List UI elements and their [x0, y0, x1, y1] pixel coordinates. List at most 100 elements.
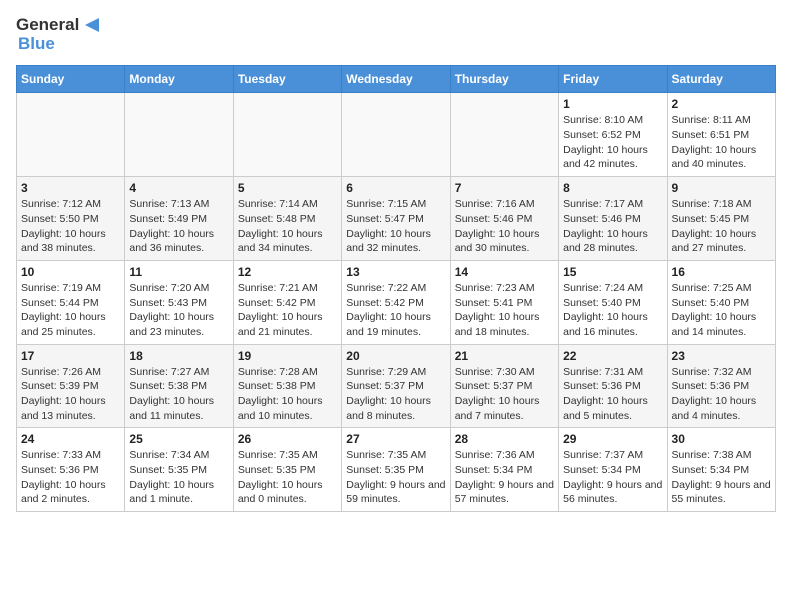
day-number: 20	[346, 349, 445, 363]
day-info: Sunrise: 7:28 AM Sunset: 5:38 PM Dayligh…	[238, 365, 337, 424]
calendar-header-row: SundayMondayTuesdayWednesdayThursdayFrid…	[17, 66, 776, 93]
calendar-day-cell: 15 Sunrise: 7:24 AM Sunset: 5:40 PM Dayli…	[559, 260, 667, 344]
calendar-day-cell: 21 Sunrise: 7:30 AM Sunset: 5:37 PM Dayli…	[450, 344, 558, 428]
calendar-day-cell: 19Sunrise: 7:28 AM Sunset: 5:38 PM Dayli…	[233, 344, 341, 428]
calendar-day-cell: 3 Sunrise: 7:12 AM Sunset: 5:50 PM Daylig…	[17, 177, 125, 261]
calendar-day-cell: 16 Sunrise: 7:25 AM Sunset: 5:40 PM Dayli…	[667, 260, 775, 344]
day-number: 16	[672, 265, 771, 279]
weekday-header: Tuesday	[233, 66, 341, 93]
calendar-day-cell	[450, 93, 558, 177]
day-info: Sunrise: 7:24 AM Sunset: 5:40 PM Dayligh…	[563, 281, 662, 340]
day-info: Sunrise: 7:19 AM Sunset: 5:44 PM Dayligh…	[21, 281, 120, 340]
calendar-table: SundayMondayTuesdayWednesdayThursdayFrid…	[16, 65, 776, 512]
day-number: 11	[129, 265, 228, 279]
day-number: 9	[672, 181, 771, 195]
day-info: Sunrise: 7:18 AM Sunset: 5:45 PM Dayligh…	[672, 197, 771, 256]
logo-blue: Blue	[18, 35, 103, 54]
calendar-day-cell: 24 Sunrise: 7:33 AM Sunset: 5:36 PM Dayli…	[17, 428, 125, 512]
day-info: Sunrise: 7:35 AM Sunset: 5:35 PM Dayligh…	[238, 448, 337, 507]
day-info: Sunrise: 7:29 AM Sunset: 5:37 PM Dayligh…	[346, 365, 445, 424]
calendar-day-cell	[125, 93, 233, 177]
day-info: Sunrise: 7:14 AM Sunset: 5:48 PM Dayligh…	[238, 197, 337, 256]
calendar-day-cell: 4 Sunrise: 7:13 AM Sunset: 5:49 PM Daylig…	[125, 177, 233, 261]
calendar-day-cell: 9 Sunrise: 7:18 AM Sunset: 5:45 PM Daylig…	[667, 177, 775, 261]
day-number: 15	[563, 265, 662, 279]
calendar-week-row: 10 Sunrise: 7:19 AM Sunset: 5:44 PM Dayli…	[17, 260, 776, 344]
day-info: Sunrise: 7:31 AM Sunset: 5:36 PM Dayligh…	[563, 365, 662, 424]
day-number: 4	[129, 181, 228, 195]
day-info: Sunrise: 7:16 AM Sunset: 5:46 PM Dayligh…	[455, 197, 554, 256]
calendar-day-cell: 27Sunrise: 7:35 AM Sunset: 5:35 PM Dayli…	[342, 428, 450, 512]
calendar-day-cell	[17, 93, 125, 177]
weekday-header: Monday	[125, 66, 233, 93]
calendar-day-cell: 2 Sunrise: 8:11 AM Sunset: 6:51 PM Daylig…	[667, 93, 775, 177]
day-info: Sunrise: 7:23 AM Sunset: 5:41 PM Dayligh…	[455, 281, 554, 340]
day-number: 2	[672, 97, 771, 111]
weekday-header: Sunday	[17, 66, 125, 93]
day-number: 27	[346, 432, 445, 446]
weekday-header: Thursday	[450, 66, 558, 93]
day-number: 21	[455, 349, 554, 363]
day-info: Sunrise: 7:37 AM Sunset: 5:34 PM Dayligh…	[563, 448, 662, 507]
day-number: 26	[238, 432, 337, 446]
calendar-day-cell: 8 Sunrise: 7:17 AM Sunset: 5:46 PM Daylig…	[559, 177, 667, 261]
day-number: 14	[455, 265, 554, 279]
calendar-day-cell: 12 Sunrise: 7:21 AM Sunset: 5:42 PM Dayli…	[233, 260, 341, 344]
calendar-day-cell: 11 Sunrise: 7:20 AM Sunset: 5:43 PM Dayli…	[125, 260, 233, 344]
calendar-day-cell: 25 Sunrise: 7:34 AM Sunset: 5:35 PM Dayli…	[125, 428, 233, 512]
calendar-day-cell: 5 Sunrise: 7:14 AM Sunset: 5:48 PM Daylig…	[233, 177, 341, 261]
logo-container: General Blue	[16, 16, 103, 53]
day-number: 3	[21, 181, 120, 195]
calendar-day-cell: 22 Sunrise: 7:31 AM Sunset: 5:36 PM Dayli…	[559, 344, 667, 428]
day-number: 29	[563, 432, 662, 446]
day-info: Sunrise: 7:36 AM Sunset: 5:34 PM Dayligh…	[455, 448, 554, 507]
day-info: Sunrise: 7:20 AM Sunset: 5:43 PM Dayligh…	[129, 281, 228, 340]
day-info: Sunrise: 7:12 AM Sunset: 5:50 PM Dayligh…	[21, 197, 120, 256]
day-info: Sunrise: 8:11 AM Sunset: 6:51 PM Dayligh…	[672, 113, 771, 172]
logo-arrow-icon	[81, 16, 103, 34]
day-info: Sunrise: 7:25 AM Sunset: 5:40 PM Dayligh…	[672, 281, 771, 340]
calendar-day-cell: 14 Sunrise: 7:23 AM Sunset: 5:41 PM Dayli…	[450, 260, 558, 344]
day-info: Sunrise: 7:30 AM Sunset: 5:37 PM Dayligh…	[455, 365, 554, 424]
weekday-header: Friday	[559, 66, 667, 93]
day-number: 18	[129, 349, 228, 363]
day-number: 22	[563, 349, 662, 363]
logo-general: General	[16, 16, 79, 35]
day-info: Sunrise: 7:13 AM Sunset: 5:49 PM Dayligh…	[129, 197, 228, 256]
day-number: 25	[129, 432, 228, 446]
day-number: 30	[672, 432, 771, 446]
day-number: 5	[238, 181, 337, 195]
day-info: Sunrise: 7:15 AM Sunset: 5:47 PM Dayligh…	[346, 197, 445, 256]
calendar-day-cell: 28Sunrise: 7:36 AM Sunset: 5:34 PM Dayli…	[450, 428, 558, 512]
calendar-day-cell	[342, 93, 450, 177]
day-info: Sunrise: 7:22 AM Sunset: 5:42 PM Dayligh…	[346, 281, 445, 340]
day-info: Sunrise: 7:21 AM Sunset: 5:42 PM Dayligh…	[238, 281, 337, 340]
day-info: Sunrise: 7:27 AM Sunset: 5:38 PM Dayligh…	[129, 365, 228, 424]
day-number: 17	[21, 349, 120, 363]
day-info: Sunrise: 7:33 AM Sunset: 5:36 PM Dayligh…	[21, 448, 120, 507]
calendar-day-cell: 20 Sunrise: 7:29 AM Sunset: 5:37 PM Dayli…	[342, 344, 450, 428]
calendar-day-cell: 29 Sunrise: 7:37 AM Sunset: 5:34 PM Dayli…	[559, 428, 667, 512]
calendar-week-row: 24 Sunrise: 7:33 AM Sunset: 5:36 PM Dayli…	[17, 428, 776, 512]
calendar-week-row: 1Sunrise: 8:10 AM Sunset: 6:52 PM Daylig…	[17, 93, 776, 177]
day-info: Sunrise: 7:38 AM Sunset: 5:34 PM Dayligh…	[672, 448, 771, 507]
day-info: Sunrise: 7:32 AM Sunset: 5:36 PM Dayligh…	[672, 365, 771, 424]
day-number: 13	[346, 265, 445, 279]
day-number: 1	[563, 97, 662, 111]
calendar-day-cell: 10 Sunrise: 7:19 AM Sunset: 5:44 PM Dayli…	[17, 260, 125, 344]
day-number: 24	[21, 432, 120, 446]
calendar-day-cell: 1Sunrise: 8:10 AM Sunset: 6:52 PM Daylig…	[559, 93, 667, 177]
day-number: 8	[563, 181, 662, 195]
calendar-day-cell	[233, 93, 341, 177]
calendar-week-row: 17 Sunrise: 7:26 AM Sunset: 5:39 PM Dayli…	[17, 344, 776, 428]
calendar-day-cell: 26 Sunrise: 7:35 AM Sunset: 5:35 PM Dayli…	[233, 428, 341, 512]
weekday-header: Saturday	[667, 66, 775, 93]
day-number: 12	[238, 265, 337, 279]
day-info: Sunrise: 7:34 AM Sunset: 5:35 PM Dayligh…	[129, 448, 228, 507]
calendar-day-cell: 23Sunrise: 7:32 AM Sunset: 5:36 PM Dayli…	[667, 344, 775, 428]
calendar-week-row: 3 Sunrise: 7:12 AM Sunset: 5:50 PM Daylig…	[17, 177, 776, 261]
day-number: 10	[21, 265, 120, 279]
calendar-day-cell: 7Sunrise: 7:16 AM Sunset: 5:46 PM Daylig…	[450, 177, 558, 261]
day-info: Sunrise: 7:26 AM Sunset: 5:39 PM Dayligh…	[21, 365, 120, 424]
day-info: Sunrise: 7:17 AM Sunset: 5:46 PM Dayligh…	[563, 197, 662, 256]
